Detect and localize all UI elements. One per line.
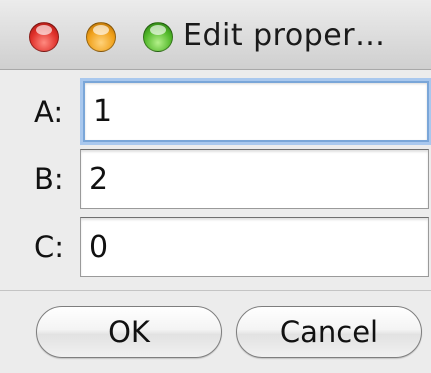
field-c-label: C: [34,230,65,264]
window-title: Edit proper… [183,18,386,53]
close-window-icon[interactable] [29,22,59,52]
title-bar[interactable]: Edit proper… [0,0,431,70]
zoom-window-icon[interactable] [143,22,173,52]
field-b-input[interactable] [80,149,429,209]
field-c-input[interactable] [80,217,429,277]
cancel-button[interactable]: Cancel [236,306,422,358]
field-a-input[interactable] [83,81,429,142]
separator [0,290,431,291]
field-b-label: B: [34,162,64,196]
minimize-window-icon[interactable] [86,22,116,52]
field-a-label: A: [34,95,64,129]
edit-properties-dialog: Edit proper… A: B: C: OK Cancel [0,0,431,373]
ok-button[interactable]: OK [36,306,222,358]
